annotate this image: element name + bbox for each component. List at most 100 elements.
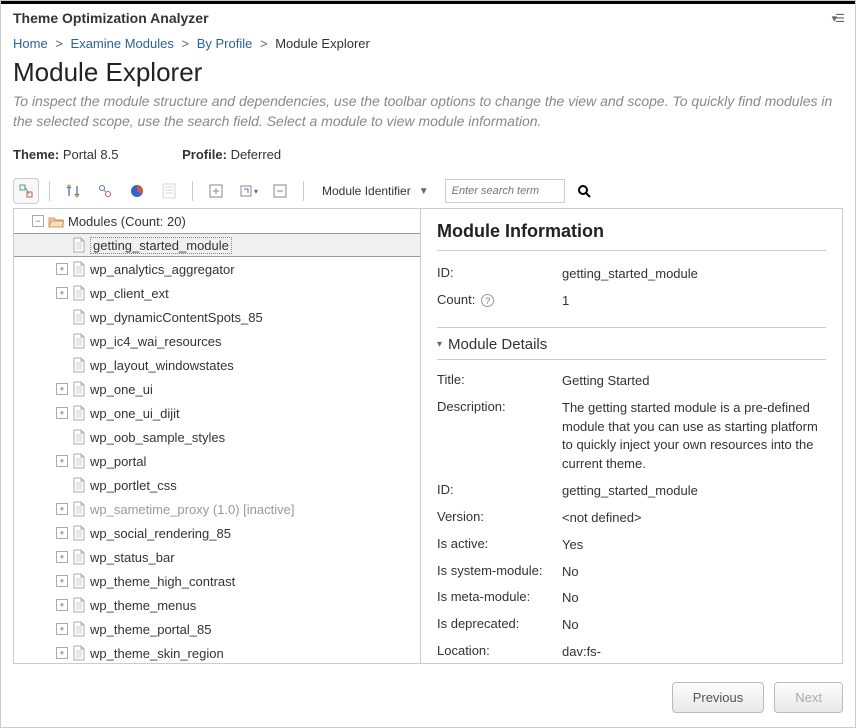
plus-icon[interactable]: +	[56, 455, 68, 467]
page-title: Module Explorer	[1, 55, 855, 90]
detail-label: ID:	[437, 482, 562, 501]
info-id-label: ID:	[437, 265, 562, 284]
theme-value: Portal 8.5	[63, 147, 119, 162]
detail-label: Description:	[437, 399, 562, 474]
tool-expand-icon[interactable]: ▾	[235, 178, 261, 204]
tree-item-label: wp_ic4_wai_resources	[90, 334, 222, 349]
info-count-value: 1	[562, 292, 826, 311]
module-identifier-dropdown[interactable]: ▼	[419, 186, 429, 197]
detail-value: Getting Started	[562, 372, 826, 391]
detail-value: The getting started module is a pre-defi…	[562, 399, 826, 474]
tree-item[interactable]: +wp_social_rendering_85	[14, 521, 420, 545]
plus-icon[interactable]: +	[56, 623, 68, 635]
next-button[interactable]: Next	[774, 682, 843, 713]
tree-item-label: wp_analytics_aggregator	[90, 262, 235, 277]
plus-icon[interactable]: +	[56, 263, 68, 275]
breadcrumb-profile[interactable]: By Profile	[197, 36, 253, 51]
tree-item[interactable]: + wp_analytics_aggregator	[14, 257, 420, 281]
footer: Previous Next	[1, 668, 855, 727]
tool-filter-icon[interactable]	[92, 178, 118, 204]
file-icon	[72, 381, 86, 397]
detail-row: Location:dav:fs-type1/themes/Portal8.5/m…	[437, 639, 826, 663]
tree-root-label: Modules (Count: 20)	[68, 214, 186, 229]
detail-label: Is active:	[437, 536, 562, 555]
plus-icon[interactable]: +	[56, 599, 68, 611]
tree-item[interactable]: wp_layout_windowstates	[14, 353, 420, 377]
tree-item[interactable]: +wp_status_bar	[14, 545, 420, 569]
tree-item-label: wp_theme_menus	[90, 598, 196, 613]
tree-item[interactable]: wp_oob_sample_styles	[14, 425, 420, 449]
breadcrumb-current: Module Explorer	[275, 36, 370, 51]
tree-item-label: wp_dynamicContentSpots_85	[90, 310, 263, 325]
plus-icon[interactable]: +	[56, 287, 68, 299]
tree-item-label: getting_started_module	[90, 237, 232, 254]
detail-row: Is system-module:No	[437, 559, 826, 586]
file-icon	[72, 453, 86, 469]
tree-item-label: wp_portal	[90, 454, 146, 469]
tree-item[interactable]: + wp_portal	[14, 449, 420, 473]
detail-label: Title:	[437, 372, 562, 391]
tree-item[interactable]: +wp_theme_portal_85	[14, 617, 420, 641]
tree-item[interactable]: wp_ic4_wai_resources	[14, 329, 420, 353]
file-icon	[72, 621, 86, 637]
search-button[interactable]	[571, 179, 597, 203]
tree-item[interactable]: + wp_theme_menus	[14, 593, 420, 617]
plus-icon[interactable]: +	[56, 575, 68, 587]
tool-collapse-all-icon[interactable]	[267, 178, 293, 204]
tree-root[interactable]: − Modules (Count: 20)	[14, 209, 420, 233]
header-menu-icon[interactable]: ▾☰	[832, 12, 843, 25]
profile-label: Profile:	[182, 147, 227, 162]
detail-row: Title:Getting Started	[437, 368, 826, 395]
tree-item-label: wp_portlet_css	[90, 478, 177, 493]
detail-label: Is deprecated:	[437, 616, 562, 635]
tree-item-label: wp_one_ui	[90, 382, 153, 397]
detail-row: Version:<not defined>	[437, 505, 826, 532]
tree-item[interactable]: + wp_one_ui	[14, 377, 420, 401]
tool-sort-icon[interactable]	[60, 178, 86, 204]
tool-chart-icon[interactable]	[124, 178, 150, 204]
tree-item[interactable]: +wp_client_ext	[14, 281, 420, 305]
detail-label: Version:	[437, 509, 562, 528]
page-description: To inspect the module structure and depe…	[1, 90, 855, 141]
search-input[interactable]	[445, 179, 565, 203]
tree-item[interactable]: wp_dynamicContentSpots_85	[14, 305, 420, 329]
detail-row: Is deprecated:No	[437, 612, 826, 639]
tree-item-label: wp_theme_skin_region	[90, 646, 224, 661]
breadcrumb-home[interactable]: Home	[13, 36, 48, 51]
tree-item[interactable]: + wp_theme_skin_region	[14, 641, 420, 663]
file-icon	[72, 525, 86, 541]
tree-item[interactable]: +wp_theme_high_contrast	[14, 569, 420, 593]
plus-icon[interactable]: +	[56, 503, 68, 515]
info-count-label: Count:?	[437, 292, 562, 311]
breadcrumb-examine[interactable]: Examine Modules	[71, 36, 174, 51]
tree-item[interactable]: wp_portlet_css	[14, 473, 420, 497]
collapse-arrow-icon[interactable]: ▾	[437, 339, 442, 350]
help-icon[interactable]: ?	[481, 294, 494, 307]
file-icon	[72, 333, 86, 349]
file-icon	[72, 357, 86, 373]
plus-icon[interactable]: +	[56, 647, 68, 659]
file-icon	[72, 573, 86, 589]
module-details-header: ▾ Module Details	[437, 327, 826, 360]
minus-icon[interactable]: −	[32, 215, 44, 227]
tool-hierarchy-icon[interactable]	[13, 178, 39, 204]
tool-doc-icon[interactable]	[156, 178, 182, 204]
tree-panel: − Modules (Count: 20) getting_started_mo…	[14, 209, 420, 663]
detail-value: dav:fs-type1/themes/Portal8.5/modules/ge…	[562, 643, 842, 663]
tool-expand-all-icon[interactable]	[203, 178, 229, 204]
detail-label: Location:	[437, 643, 562, 663]
plus-icon[interactable]: +	[56, 383, 68, 395]
tree-item[interactable]: +wp_one_ui_dijit	[14, 401, 420, 425]
file-icon	[72, 309, 86, 325]
file-icon	[72, 549, 86, 565]
previous-button[interactable]: Previous	[672, 682, 765, 713]
plus-icon[interactable]: +	[56, 407, 68, 419]
breadcrumb: Home > Examine Modules > By Profile > Mo…	[1, 32, 855, 55]
detail-row: Is meta-module:No	[437, 585, 826, 612]
tree-item[interactable]: getting_started_module	[14, 233, 420, 257]
plus-icon[interactable]: +	[56, 551, 68, 563]
tree-item[interactable]: +wp_sametime_proxy (1.0) [inactive]	[14, 497, 420, 521]
tree-item-label: wp_oob_sample_styles	[90, 430, 225, 445]
plus-icon[interactable]: +	[56, 527, 68, 539]
header-bar: Theme Optimization Analyzer ▾☰	[1, 1, 855, 32]
